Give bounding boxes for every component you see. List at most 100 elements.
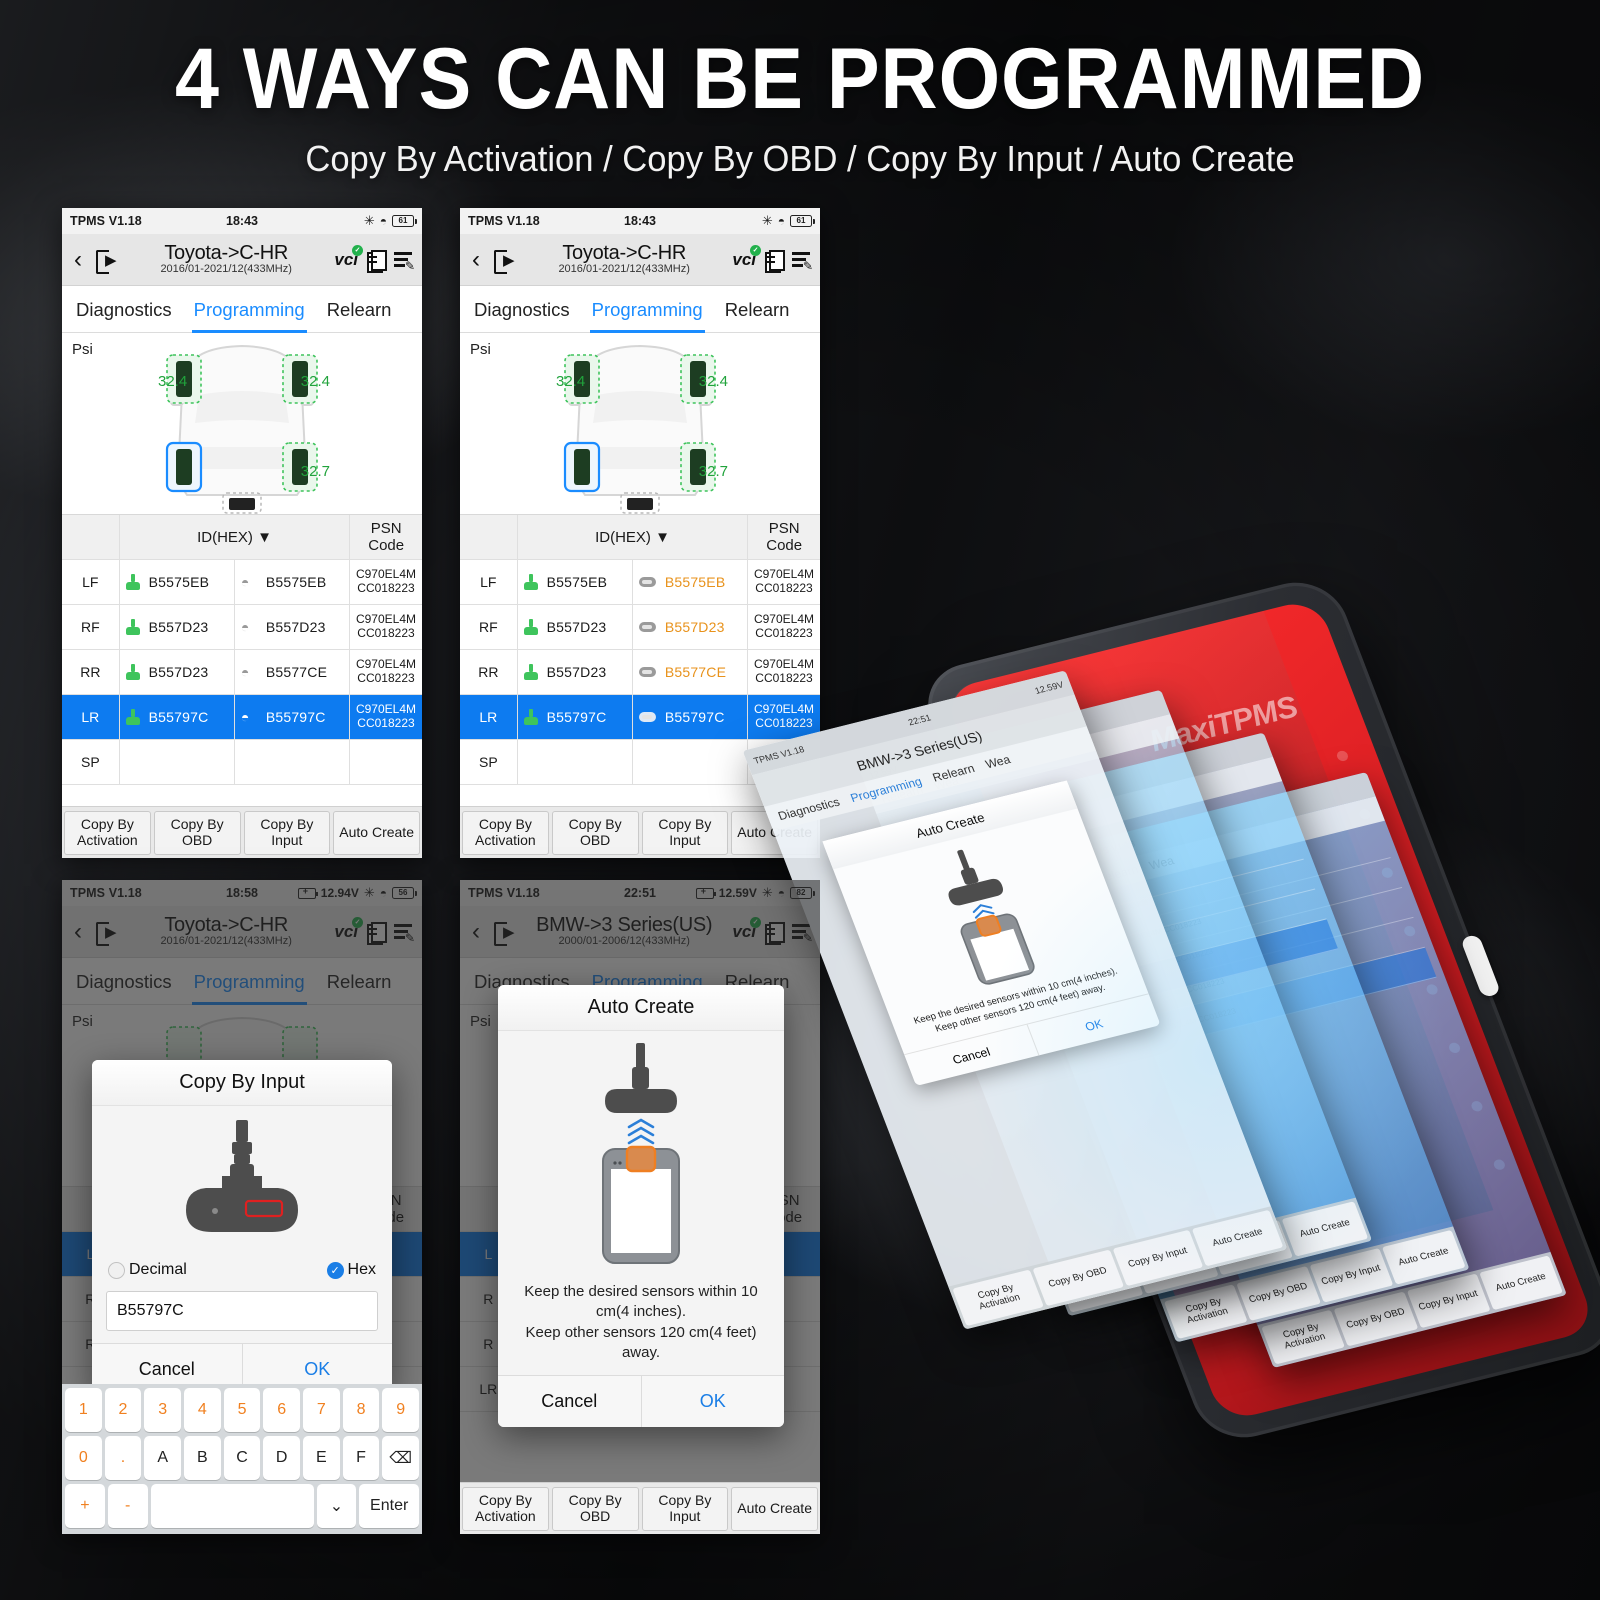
key-4[interactable]: 4 xyxy=(184,1388,221,1432)
wifi-icon: ◓ xyxy=(777,886,785,900)
exit-icon[interactable] xyxy=(96,921,118,946)
copy-icon[interactable] xyxy=(765,921,785,945)
psi-unit-label: Psi xyxy=(470,1013,491,1030)
pressure-rf: 32.4 xyxy=(698,373,728,390)
back-arrow-icon[interactable]: ‹ xyxy=(70,247,86,272)
key-enter[interactable]: Enter xyxy=(359,1484,419,1528)
tab-relearn[interactable]: Relearn xyxy=(327,286,392,333)
copy-by-obd-button[interactable]: Copy By OBD xyxy=(551,1486,639,1531)
vci-icon[interactable]: vci ✓ xyxy=(334,916,363,942)
sort-desc-icon[interactable]: ▼ xyxy=(257,529,272,546)
key-2[interactable]: 2 xyxy=(104,1388,142,1432)
tab-programming[interactable]: Programming xyxy=(191,958,307,1005)
report-edit-icon[interactable] xyxy=(394,251,415,273)
table-row[interactable]: RR B557D23 B5577CE C970EL4M CC018223 xyxy=(460,650,820,695)
psi-unit-label: Psi xyxy=(470,341,491,358)
cell-psn-code xyxy=(350,740,422,784)
key-D[interactable]: D xyxy=(263,1436,301,1480)
table-header-row: ID(HEX) ▼ PSN Code xyxy=(62,515,422,560)
vci-icon[interactable]: vci ✓ xyxy=(334,244,363,270)
key-C[interactable]: C xyxy=(223,1436,261,1480)
auto-create-button[interactable]: Auto Create xyxy=(731,1486,818,1531)
back-arrow-icon[interactable]: ‹ xyxy=(468,919,484,944)
table-row[interactable]: SP xyxy=(62,740,422,785)
auto-create-button[interactable]: Auto Create xyxy=(333,810,420,855)
hex-keyboard: 123456789 0. A B C D E F ⌫ + - ⌄ Enter xyxy=(62,1384,422,1534)
copy-by-obd-button[interactable]: Copy By OBD xyxy=(153,810,241,855)
vci-icon[interactable]: vci ✓ xyxy=(732,244,761,270)
device-product-render: MaxiTPMS TPMS V1.18 Relearn Wea PSN Code… xyxy=(742,572,1600,1580)
exit-icon[interactable] xyxy=(96,249,118,274)
cancel-button[interactable]: Cancel xyxy=(498,1376,641,1427)
key-A[interactable]: A xyxy=(144,1436,182,1480)
tab-relearn[interactable]: Relearn xyxy=(725,286,790,333)
key-⌫[interactable]: ⌫ xyxy=(382,1436,420,1480)
exit-icon[interactable] xyxy=(494,921,516,946)
table-row[interactable]: LR B55797C ◓ B55797C C970EL4M CC018223 xyxy=(62,695,422,740)
cell-sensor-id-new: B557D23 xyxy=(518,650,633,694)
key-6[interactable]: 6 xyxy=(263,1388,301,1432)
cell-psn-code: C970EL4M CC018223 xyxy=(753,702,815,730)
exit-icon[interactable] xyxy=(494,249,516,274)
table-row[interactable]: RF B557D23 B557D23 C970EL4M CC018223 xyxy=(460,605,820,650)
wifi-signal-icon: ◓ xyxy=(240,664,250,680)
sensor-over-device-illustration xyxy=(602,1043,680,1264)
radio-decimal[interactable]: Decimal xyxy=(108,1261,187,1279)
report-edit-icon[interactable] xyxy=(394,923,415,945)
key-0[interactable]: 0 xyxy=(65,1436,102,1480)
floating-auto-create-dialog: Auto Create Keep the desired sensors wit… xyxy=(822,780,1161,1087)
tab-relearn[interactable]: Relearn xyxy=(327,958,392,1005)
sensor-id-input[interactable]: B55797C xyxy=(106,1291,378,1331)
key-9[interactable]: 9 xyxy=(382,1388,420,1432)
copy-by-activation-button[interactable]: Copy By Activation xyxy=(462,1486,549,1531)
tab-bar: Diagnostics Programming Relearn Wea xyxy=(62,958,422,1005)
copy-icon[interactable] xyxy=(367,249,387,273)
key-F[interactable]: F xyxy=(342,1436,380,1480)
table-row[interactable]: RR B557D23 ◓ B5577CE C970EL4M CC018223 xyxy=(62,650,422,695)
table-row[interactable]: LF B5575EB B5575EB C970EL4M CC018223 xyxy=(460,560,820,605)
tab-diagnostics[interactable]: Diagnostics xyxy=(474,286,570,333)
table-row[interactable]: LF B5575EB ◓ B5575EB C970EL4M CC018223 xyxy=(62,560,422,605)
radio-hex-circle[interactable]: ✓ xyxy=(326,1261,344,1279)
key-7[interactable]: 7 xyxy=(303,1388,340,1432)
wifi-signal-icon: ◓ xyxy=(240,574,250,590)
key-plus[interactable]: + xyxy=(65,1484,105,1528)
key-5[interactable]: 5 xyxy=(223,1388,261,1432)
copy-by-obd-button[interactable]: Copy By OBD xyxy=(551,810,639,855)
key-.[interactable]: . xyxy=(104,1436,142,1480)
key-space[interactable] xyxy=(150,1484,314,1528)
key-1[interactable]: 1 xyxy=(65,1388,102,1432)
copy-by-input-button[interactable]: Copy By Input xyxy=(641,1486,729,1531)
key-3[interactable]: 3 xyxy=(144,1388,182,1432)
tab-diagnostics[interactable]: Diagnostics xyxy=(76,286,172,333)
table-row[interactable]: LR B55797C B55797C C970EL4M CC018223 xyxy=(460,695,820,740)
tab-programming[interactable]: Programming xyxy=(191,286,307,333)
copy-icon[interactable] xyxy=(367,921,387,945)
th-id-hex[interactable]: ID(HEX) ▼ xyxy=(517,515,749,559)
tab-programming[interactable]: Programming xyxy=(589,286,705,333)
sort-desc-icon[interactable]: ▼ xyxy=(655,529,670,546)
back-arrow-icon[interactable]: ‹ xyxy=(468,247,484,272)
key-E[interactable]: E xyxy=(303,1436,340,1480)
tab-diagnostics[interactable]: Diagnostics xyxy=(76,958,172,1005)
copy-icon[interactable] xyxy=(765,249,785,273)
vci-icon[interactable]: vci ✓ xyxy=(732,916,761,942)
ok-button[interactable]: OK xyxy=(640,1376,785,1427)
back-arrow-icon[interactable]: ‹ xyxy=(70,919,86,944)
report-edit-icon[interactable] xyxy=(792,251,813,273)
copy-by-input-button[interactable]: Copy By Input xyxy=(243,810,331,855)
radio-decimal-circle[interactable] xyxy=(108,1261,125,1279)
copy-by-input-button[interactable]: Copy By Input xyxy=(641,810,729,855)
key-8[interactable]: 8 xyxy=(342,1388,380,1432)
table-row[interactable]: RF B557D23 ◓ B557D23 C970EL4M CC018223 xyxy=(62,605,422,650)
sensor-icon xyxy=(125,664,140,680)
key-hide-keyboard-icon[interactable]: ⌄ xyxy=(316,1484,357,1528)
th-position xyxy=(62,515,120,559)
key-B[interactable]: B xyxy=(184,1436,221,1480)
copy-by-activation-button[interactable]: Copy By Activation xyxy=(462,810,549,855)
copy-by-activation-button[interactable]: Copy By Activation xyxy=(64,810,151,855)
radio-hex[interactable]: ✓ Hex xyxy=(326,1261,376,1279)
pressure-lf: 32.4 xyxy=(158,373,188,390)
key-minus[interactable]: - xyxy=(107,1484,148,1528)
th-id-hex[interactable]: ID(HEX) ▼ xyxy=(119,515,351,559)
